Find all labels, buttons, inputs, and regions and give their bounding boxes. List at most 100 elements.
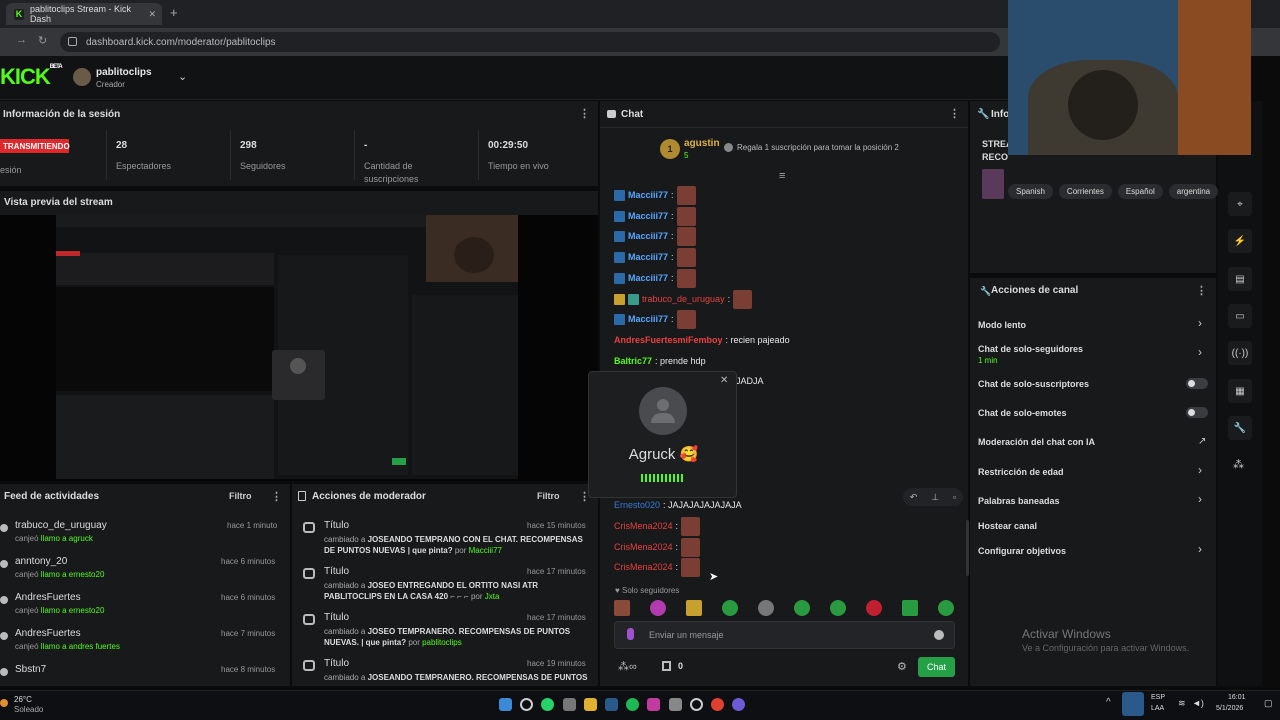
action-followers-only[interactable]: Chat de solo-seguidores xyxy=(978,344,1083,354)
chat-message[interactable]: Macciii77: xyxy=(614,226,696,246)
chevron-right-icon[interactable]: › xyxy=(1198,492,1202,506)
weather-icon[interactable] xyxy=(0,699,8,707)
start-icon[interactable] xyxy=(499,698,512,711)
emotes-only-toggle[interactable] xyxy=(1186,407,1208,418)
emoji-picker-icon[interactable] xyxy=(934,630,944,640)
emote-icon[interactable] xyxy=(758,600,774,616)
channel-switch-chevron-icon[interactable]: ⌄ xyxy=(178,70,187,83)
weather-temp[interactable]: 26°C xyxy=(14,695,32,704)
chevron-right-icon[interactable]: › xyxy=(1198,542,1202,556)
forward-arrow-icon[interactable]: → xyxy=(16,34,27,46)
emote-icon[interactable] xyxy=(686,600,702,616)
whatsapp-icon[interactable] xyxy=(541,698,554,711)
lightning-icon[interactable]: ⚡ xyxy=(1228,229,1252,253)
chat-message[interactable]: trabuco_de_uruguay: xyxy=(614,289,753,309)
gifter-name[interactable]: agustin xyxy=(684,138,720,149)
discord-icon[interactable] xyxy=(732,698,745,711)
chat-message[interactable]: Macciii77: xyxy=(614,268,696,288)
feed-filter-button[interactable]: Filtro xyxy=(229,491,252,501)
feed-menu-icon[interactable]: ⋮ xyxy=(271,490,282,503)
new-tab-button[interactable]: + xyxy=(170,5,178,20)
language-layout[interactable]: LAA xyxy=(1151,705,1164,712)
gift-prompt[interactable]: Regala 1 suscripción para tomar la posic… xyxy=(737,143,899,152)
tag[interactable]: Corrientes xyxy=(1058,184,1112,199)
emote-icon[interactable] xyxy=(830,600,846,616)
tag[interactable]: argentina xyxy=(1168,184,1219,199)
site-info-icon[interactable] xyxy=(68,37,77,46)
action-subscribers-only[interactable]: Chat de solo-suscriptores xyxy=(978,379,1089,389)
action-emotes-only[interactable]: Chat de solo-emotes xyxy=(978,408,1067,418)
layout-icon[interactable]: ▦ xyxy=(1228,379,1252,403)
obs-icon[interactable] xyxy=(690,698,703,711)
delete-icon[interactable]: ▫ xyxy=(953,492,956,502)
session-menu-icon[interactable]: ⋮ xyxy=(579,107,590,120)
chevron-right-icon[interactable]: › xyxy=(1198,345,1202,359)
pin-icon[interactable]: ⊥ xyxy=(931,492,939,503)
language-code[interactable]: ESP xyxy=(1151,694,1165,701)
microphone-icon[interactable] xyxy=(627,628,634,640)
emote-icon[interactable] xyxy=(866,600,882,616)
emote-icon[interactable] xyxy=(938,600,954,616)
subscribers-only-toggle[interactable] xyxy=(1186,378,1208,389)
settings-gear-icon[interactable]: ⚙ xyxy=(897,660,907,673)
send-chat-button[interactable]: Chat xyxy=(918,657,955,677)
actions-menu-icon[interactable]: ⋮ xyxy=(1196,284,1207,297)
clip-icon[interactable]: ⌖ xyxy=(1228,192,1252,216)
chevron-right-icon[interactable]: › xyxy=(1198,316,1202,330)
browser-tab[interactable]: K pablitoclips Stream - Kick Dash ✕ xyxy=(6,3,162,25)
emote-icon[interactable] xyxy=(902,600,918,616)
folder-icon[interactable] xyxy=(584,698,597,711)
chevron-right-icon[interactable]: › xyxy=(1198,463,1202,477)
action-banned-words[interactable]: Palabras baneadas xyxy=(978,496,1060,506)
feed-item[interactable]: trabuco_de_uruguay canjeó llamo a agruck… xyxy=(0,518,290,552)
action-configure-goals[interactable]: Configurar objetivos xyxy=(978,546,1066,556)
instagram-icon[interactable] xyxy=(647,698,660,711)
url-bar[interactable]: dashboard.kick.com/moderator/pablitoclip… xyxy=(60,32,1000,52)
wifi-icon[interactable]: ≋ xyxy=(1178,698,1186,709)
clock-date[interactable]: 5/1/2026 xyxy=(1216,705,1243,712)
volume-icon[interactable]: ◄) xyxy=(1192,698,1204,708)
kick-logo[interactable]: KICKBETA xyxy=(0,64,63,90)
spotify-icon[interactable] xyxy=(626,698,639,711)
feed-item[interactable]: AndresFuertes canjeó llamo a andres fuer… xyxy=(0,626,290,660)
app-icon[interactable] xyxy=(669,698,682,711)
tag[interactable]: Spanish xyxy=(1008,184,1053,199)
chat-message[interactable]: Macciii77: xyxy=(614,206,696,226)
chat-message-input[interactable]: Enviar un mensaje xyxy=(614,621,955,649)
steam-icon[interactable] xyxy=(605,698,618,711)
reload-icon[interactable]: ↻ xyxy=(38,34,47,47)
category-thumbnail[interactable] xyxy=(982,169,1004,199)
tag[interactable]: Español xyxy=(1117,184,1163,199)
add-widget-icon[interactable]: ⁂ xyxy=(1233,458,1244,471)
modaction-item[interactable]: Título hace 15 minutos cambiado a JOSEAN… xyxy=(300,516,596,560)
action-slow-mode[interactable]: Modo lento xyxy=(978,320,1026,330)
chrome-icon[interactable] xyxy=(711,698,724,711)
wrench-icon[interactable]: 🔧 xyxy=(1228,416,1252,440)
action-ai-moderation[interactable]: Moderación del chat con IA xyxy=(978,437,1095,447)
close-popup-icon[interactable]: ✕ xyxy=(720,375,728,386)
emote-icon[interactable] xyxy=(794,600,810,616)
modaction-item[interactable]: Título hace 19 minutos cambiado a JOSEAN… xyxy=(300,654,596,684)
notifications-icon[interactable]: ▢ xyxy=(1264,698,1273,709)
clock-time[interactable]: 16:01 xyxy=(1228,694,1246,701)
action-host-channel[interactable]: Hostear canal xyxy=(978,521,1037,531)
action-age-restriction[interactable]: Restricción de edad xyxy=(978,467,1064,477)
pinned-toggle-icon[interactable]: ≡ xyxy=(779,170,785,182)
chat-scrollbar[interactable] xyxy=(966,520,969,576)
reply-icon[interactable]: ↶ xyxy=(910,492,918,503)
feed-item[interactable]: anntony_20 canjeó llamo a ernesto20 hace… xyxy=(0,554,290,588)
chat-icon[interactable]: ▭ xyxy=(1228,304,1252,328)
feed-item[interactable]: Sbstn7 hace 8 minutos xyxy=(0,662,290,684)
broadcast-icon[interactable]: ((·)) xyxy=(1228,341,1252,365)
microphone-tray-icon[interactable] xyxy=(1122,692,1144,716)
search-icon[interactable] xyxy=(520,698,533,711)
chat-message[interactable]: AndresFuertesmiFemboy: recien pajeado xyxy=(614,330,790,350)
chat-message[interactable]: CrisMena2024: xyxy=(614,537,701,557)
modaction-item[interactable]: Título hace 17 minutos cambiado a JOSEO … xyxy=(300,562,596,606)
emote-icon[interactable] xyxy=(614,600,630,616)
emote-icon[interactable] xyxy=(650,600,666,616)
feed-item[interactable]: AndresFuertes canjeó llamo a ernesto20 h… xyxy=(0,590,290,624)
chat-message[interactable]: Macciii77: xyxy=(614,185,696,205)
chat-message[interactable]: Macciii77: xyxy=(614,247,696,267)
chat-message[interactable]: JADJA xyxy=(736,371,764,391)
